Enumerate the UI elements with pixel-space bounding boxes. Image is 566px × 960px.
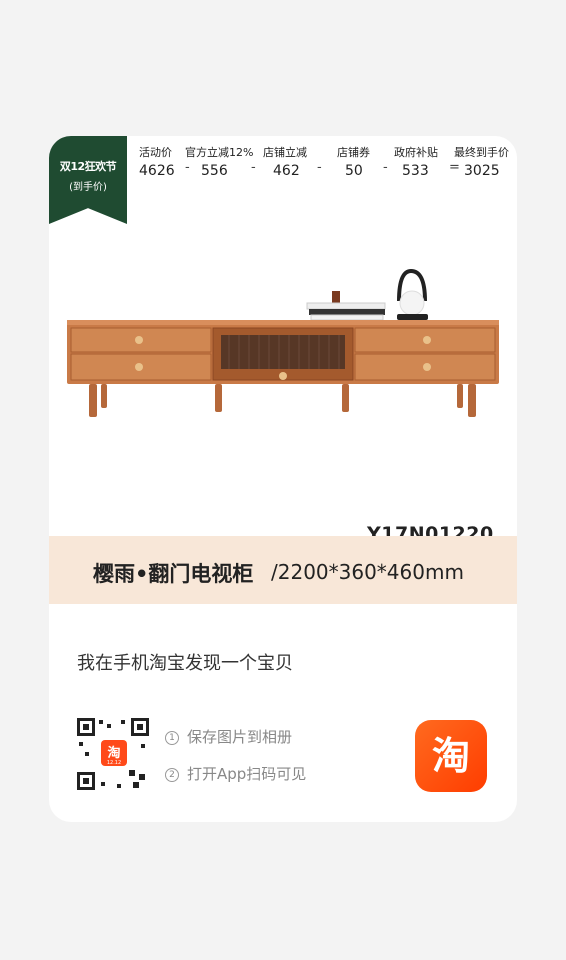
price-subsidy: 政府补贴 533 xyxy=(394,146,438,179)
product-name: 樱雨•翻门电视柜 xyxy=(93,562,254,586)
cabinet-legs xyxy=(89,384,476,417)
price-coupon: 店铺券 50 xyxy=(337,146,370,179)
instruction-scan: 2 打开App扫码可见 xyxy=(165,763,306,784)
taobao-logo-icon[interactable]: 淘 xyxy=(415,720,487,792)
price-activity: 活动价 4626 xyxy=(139,146,175,179)
product-title-band: 樱雨•翻门电视柜 /2200*360*460mm xyxy=(49,536,517,604)
step-number: 1 xyxy=(165,731,179,745)
tv-cabinet-image xyxy=(67,268,499,417)
product-dimensions: /2200*360*460mm xyxy=(271,560,464,584)
qr-code: 淘 12.12 xyxy=(77,718,149,790)
price-official: 官方立减12% 556 xyxy=(185,146,254,179)
minus-sign: - xyxy=(251,160,256,175)
qr-badge-date: 12.12 xyxy=(107,760,121,766)
minus-sign: - xyxy=(317,160,322,175)
price-final: 最终到手价 3025 xyxy=(454,146,509,179)
books-decor xyxy=(306,291,386,321)
share-message: 我在手机淘宝发现一个宝贝 xyxy=(77,653,293,674)
minus-sign: - xyxy=(383,160,388,175)
share-card: 双12狂欢节 (到手价) 活动价 4626 - 官方立减12% 556 - 店铺… xyxy=(49,136,517,822)
promo-flag: 双12狂欢节 (到手价) xyxy=(49,136,127,224)
qr-badge-glyph: 淘 xyxy=(107,745,120,761)
instruction-save: 1 保存图片到相册 xyxy=(165,726,292,747)
lamp-decor xyxy=(397,268,428,320)
promo-subtitle: (到手价) xyxy=(69,182,107,193)
promo-title: 双12狂欢节 xyxy=(59,160,117,173)
price-store: 店铺立减 462 xyxy=(263,146,307,179)
step-number: 2 xyxy=(165,768,179,782)
